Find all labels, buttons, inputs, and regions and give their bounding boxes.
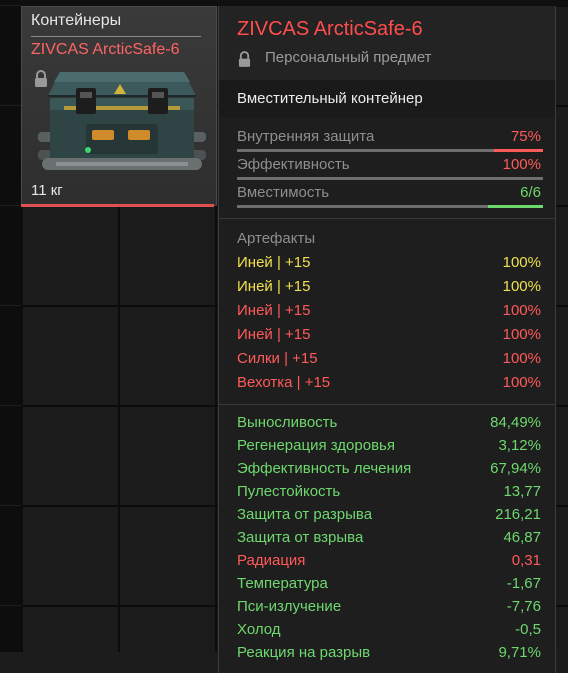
stat-label: Внутренняя защита xyxy=(237,128,375,145)
effect-value: 0,31 xyxy=(511,552,541,569)
slot-selection-underline xyxy=(21,204,214,207)
stat-bar-fill xyxy=(494,149,543,152)
slot-weight: 11 кг xyxy=(31,182,63,199)
effect-value: 84,49% xyxy=(490,414,541,431)
artifact-name: Иней | +15 xyxy=(237,326,311,343)
effect-name: Холод xyxy=(237,621,281,638)
tooltip-title: ZIVCAS ArcticSafe-6 xyxy=(237,18,423,40)
effect-name: Эффективность лечения xyxy=(237,460,412,477)
effect-name: Температура xyxy=(237,575,328,592)
artifact-percent: 100% xyxy=(502,350,541,367)
effect-name: Защита от взрыва xyxy=(237,529,364,546)
slot-item-name: ZIVCAS ArcticSafe-6 xyxy=(31,41,180,58)
slot-divider xyxy=(31,36,201,37)
section-divider xyxy=(219,404,555,405)
effect-name: Пси-излучение xyxy=(237,598,342,615)
stat-value: 100% xyxy=(502,156,541,173)
container-item-slot[interactable]: Контейнеры ZIVCAS ArcticSafe-6 11 кг xyxy=(21,6,217,206)
inventory-left-strip xyxy=(0,0,21,673)
stat-bar-fill xyxy=(487,205,543,208)
stat-label: Эффективность xyxy=(237,156,350,173)
item-type-row: Вместительный контейнер xyxy=(219,80,555,118)
effect-name: Радиация xyxy=(237,552,306,569)
artifacts-title: Артефакты xyxy=(237,230,316,247)
stat-value: 75% xyxy=(510,128,541,145)
effect-value: -1,67 xyxy=(506,575,541,592)
artifact-name: Силки | +15 xyxy=(237,350,318,367)
stat-label: Вместимость xyxy=(237,184,330,201)
effect-name: Реакция на разрыв xyxy=(237,644,371,661)
tooltip-header: ZIVCAS ArcticSafe-6 Персональный предмет xyxy=(219,6,555,80)
lock-icon xyxy=(238,51,251,67)
stat-bar xyxy=(237,177,543,180)
effect-name: Выносливость xyxy=(237,414,338,431)
container-image xyxy=(38,72,206,170)
effect-value: 67,94% xyxy=(490,460,541,477)
effect-value: -0,5 xyxy=(515,621,541,638)
slot-category-label: Контейнеры xyxy=(31,12,122,29)
stat-capacity: Вместимость 6/6 xyxy=(237,184,543,210)
effect-value: 46,87 xyxy=(503,529,541,546)
effect-name: Пулестойкость xyxy=(237,483,341,500)
stat-bar xyxy=(237,149,543,152)
section-divider xyxy=(219,218,555,219)
item-tooltip: ZIVCAS ArcticSafe-6 Персональный предмет… xyxy=(218,6,556,673)
artifact-percent: 100% xyxy=(502,302,541,319)
artifact-name: Иней | +15 xyxy=(237,278,311,295)
artifact-name: Вехотка | +15 xyxy=(237,374,331,391)
effect-value: -7,76 xyxy=(506,598,541,615)
artifact-percent: 100% xyxy=(502,278,541,295)
item-type: Вместительный контейнер xyxy=(237,90,423,107)
personal-item-label: Персональный предмет xyxy=(265,49,432,66)
artifact-name: Иней | +15 xyxy=(237,254,311,271)
effect-value: 3,12% xyxy=(498,437,541,454)
artifact-percent: 100% xyxy=(502,326,541,343)
artifact-percent: 100% xyxy=(502,254,541,271)
effect-name: Защита от разрыва xyxy=(237,506,373,523)
artifact-name: Иней | +15 xyxy=(237,302,311,319)
effect-value: 13,77 xyxy=(503,483,541,500)
stat-efficiency: Эффективность 100% xyxy=(237,156,543,182)
artifact-percent: 100% xyxy=(502,374,541,391)
effect-name: Регенерация здоровья xyxy=(237,437,395,454)
effect-value: 9,71% xyxy=(498,644,541,661)
stat-bar xyxy=(237,205,543,208)
stat-internal-protection: Внутренняя защита 75% xyxy=(237,128,543,154)
lock-icon xyxy=(35,70,47,87)
stat-value: 6/6 xyxy=(520,184,541,201)
effect-value: 216,21 xyxy=(495,506,541,523)
